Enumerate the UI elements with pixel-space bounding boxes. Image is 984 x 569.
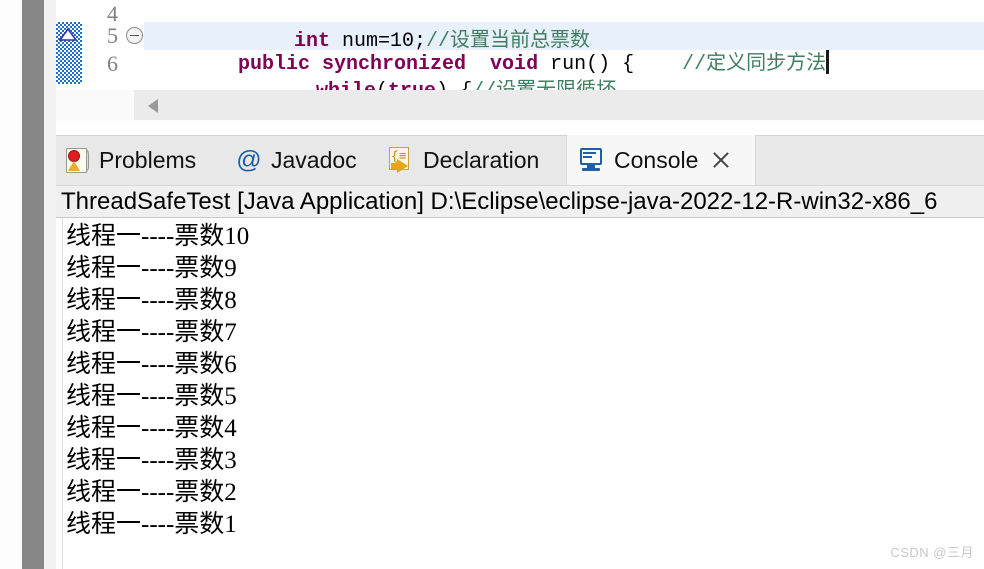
view-tab-bar: Problems @ Javadoc {≡ Declaration Consol… bbox=[56, 135, 984, 185]
window-left-margin bbox=[0, 0, 22, 569]
line-number: 5 bbox=[107, 23, 118, 48]
declaration-icon: {≡ bbox=[388, 147, 414, 173]
code-token-plain: ) { bbox=[436, 80, 472, 90]
console-line: 线程一----票数3 bbox=[66, 447, 237, 474]
outer-vertical-scrollbar[interactable] bbox=[22, 0, 44, 569]
view-separator bbox=[56, 123, 984, 135]
tab-problems[interactable]: Problems bbox=[64, 135, 196, 185]
console-line: 线程一----票数10 bbox=[66, 223, 250, 250]
console-line: 线程一----票数5 bbox=[66, 383, 237, 410]
code-token-keyword: true bbox=[388, 80, 436, 90]
console-process-header: ThreadSafeTest [Java Application] D:\Ecl… bbox=[56, 185, 984, 218]
tab-declaration[interactable]: {≡ Declaration bbox=[388, 135, 539, 185]
scroll-left-arrow-icon[interactable] bbox=[148, 99, 158, 113]
editor-horizontal-scrollbar[interactable] bbox=[56, 90, 984, 123]
console-line: 线程一----票数6 bbox=[66, 351, 237, 378]
code-token-plain: ( bbox=[376, 80, 388, 90]
bottom-view-stack: Problems @ Javadoc {≡ Declaration Consol… bbox=[56, 135, 984, 569]
process-label: ThreadSafeTest [Java Application] D:\Ecl… bbox=[61, 187, 938, 215]
editor-left-margin bbox=[44, 0, 56, 569]
watermark: CSDN @三月 bbox=[890, 545, 974, 560]
tab-label: Console bbox=[614, 146, 699, 173]
warning-triangle-icon bbox=[59, 28, 77, 41]
console-line: 线程一----票数9 bbox=[66, 255, 237, 282]
console-line: 线程一----票数7 bbox=[66, 319, 237, 346]
tab-label: Declaration bbox=[423, 146, 540, 173]
console-left-gutter bbox=[56, 218, 63, 569]
console-line: 线程一----票数4 bbox=[66, 415, 237, 442]
code-token-comment: //设置无限循坏 bbox=[472, 80, 616, 90]
code-token-comment: //定义同步方法 bbox=[682, 53, 827, 76]
problems-icon bbox=[64, 147, 90, 173]
line-number: 6 bbox=[107, 51, 118, 76]
code-token-keyword: while bbox=[316, 80, 376, 90]
console-line: 线程一----票数8 bbox=[66, 287, 237, 314]
close-icon[interactable] bbox=[710, 149, 732, 171]
console-line: 线程一----票数1 bbox=[66, 511, 237, 538]
console-line: 线程一----票数2 bbox=[66, 479, 237, 506]
console-icon bbox=[579, 147, 605, 173]
tab-label: Problems bbox=[99, 146, 197, 173]
at-sign-icon: @ bbox=[236, 146, 262, 174]
line-number-gutter: 4 5 6 bbox=[82, 0, 126, 90]
scrollbar-left-pad bbox=[56, 90, 134, 120]
tab-console[interactable]: Console bbox=[566, 135, 756, 185]
code-line-6: while(true) {//设置无限循坏 bbox=[244, 50, 616, 90]
text-caret bbox=[826, 50, 830, 74]
tab-label: Javadoc bbox=[271, 146, 357, 173]
code-editor[interactable]: 4 5 6 int num=10;//设置当前总票数 public synchr… bbox=[56, 0, 984, 90]
console-output-area[interactable]: 线程一----票数10 线程一----票数9 线程一----票数8 线程一---… bbox=[56, 218, 984, 569]
tab-javadoc[interactable]: @ Javadoc bbox=[236, 135, 357, 185]
fold-collapse-toggle[interactable] bbox=[126, 27, 143, 44]
left-window-chrome bbox=[0, 0, 56, 569]
code-text-area[interactable]: int num=10;//设置当前总票数 public synchronized… bbox=[144, 0, 984, 90]
scrollbar-track[interactable] bbox=[134, 90, 984, 120]
